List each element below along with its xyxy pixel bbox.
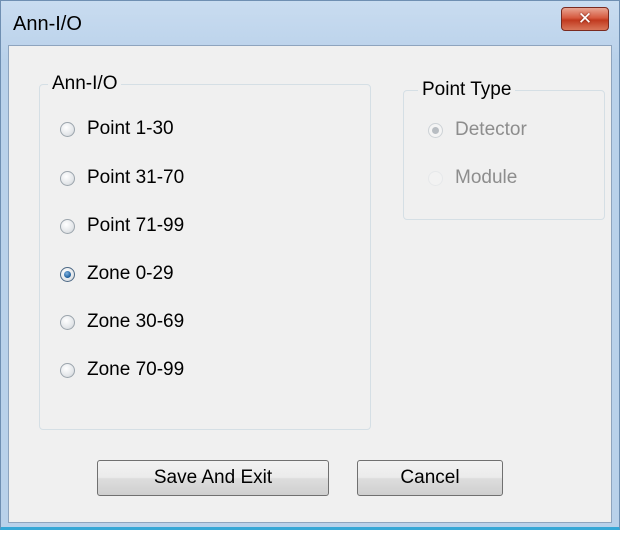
radio-button[interactable]	[60, 170, 75, 186]
radio-label: Zone 70-99	[87, 359, 185, 380]
radio-label: Zone 0-29	[87, 263, 174, 284]
radio-zone-0-29[interactable]: Zone 0-29	[60, 263, 174, 285]
window-title: Ann-I/O	[13, 13, 82, 35]
cancel-button[interactable]: Cancel	[357, 460, 503, 496]
radio-label: Module	[455, 167, 518, 188]
ann-io-groupbox: Ann-I/O Point 1-30 Point 31-70 Point 71-…	[39, 73, 371, 430]
radio-point-71-99[interactable]: Point 71-99	[60, 215, 184, 237]
radio-zone-30-69[interactable]: Zone 30-69	[60, 311, 184, 333]
save-and-exit-button[interactable]: Save And Exit	[97, 460, 329, 496]
radio-button[interactable]	[60, 362, 75, 378]
radio-detector[interactable]: Detector	[428, 119, 527, 141]
close-button[interactable]: ✕	[561, 7, 609, 31]
radio-label: Detector	[455, 119, 527, 140]
ann-io-group-label: Ann-I/O	[48, 73, 122, 95]
close-icon: ✕	[577, 9, 593, 29]
point-type-group-label: Point Type	[418, 79, 516, 101]
radio-label: Point 1-30	[87, 118, 174, 139]
radio-label: Point 31-70	[87, 167, 185, 188]
radio-button[interactable]	[60, 218, 75, 234]
radio-point-1-30[interactable]: Point 1-30	[60, 118, 174, 140]
title-bar[interactable]: Ann-I/O ✕	[1, 1, 619, 45]
dialog-window: Ann-I/O ✕ Ann-I/O Point 1-30 Point 31-70…	[0, 0, 620, 530]
radio-button[interactable]	[60, 121, 75, 137]
radio-button-selected[interactable]	[60, 266, 75, 282]
point-type-groupbox: Point Type Detector Module	[403, 79, 605, 220]
radio-label: Zone 30-69	[87, 311, 185, 332]
radio-label: Point 71-99	[87, 215, 185, 236]
radio-zone-70-99[interactable]: Zone 70-99	[60, 359, 184, 381]
radio-module[interactable]: Module	[428, 167, 517, 189]
radio-point-31-70[interactable]: Point 31-70	[60, 167, 184, 189]
radio-button[interactable]	[60, 314, 75, 330]
radio-button-selected-disabled[interactable]	[428, 122, 443, 138]
radio-button-disabled[interactable]	[428, 170, 443, 186]
dialog-client-area: Ann-I/O Point 1-30 Point 31-70 Point 71-…	[8, 45, 612, 523]
